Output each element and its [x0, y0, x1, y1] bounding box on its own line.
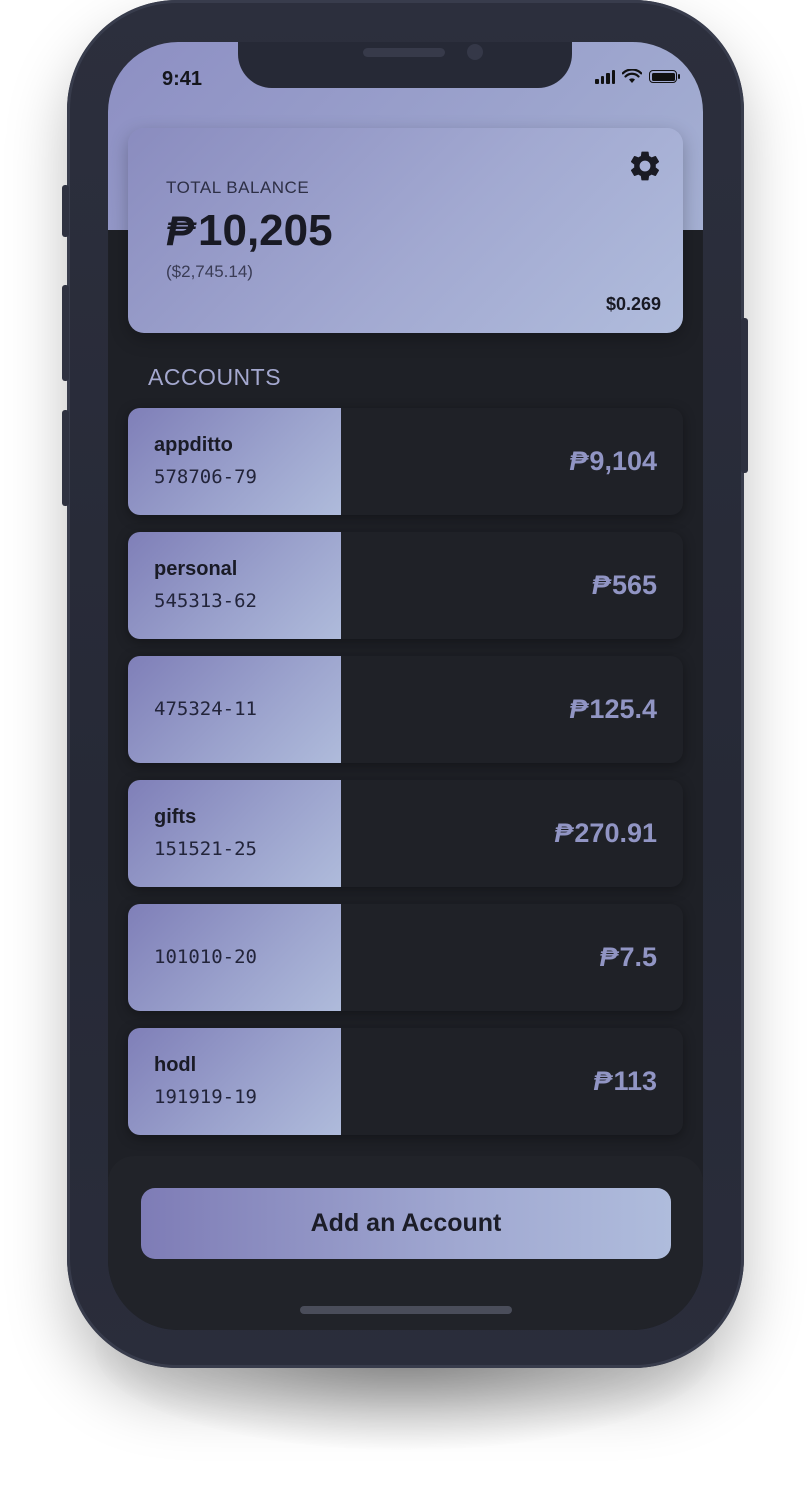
home-indicator[interactable]	[300, 1306, 512, 1314]
account-name: personal	[154, 558, 238, 580]
add-account-button[interactable]: Add an Account	[141, 1188, 671, 1259]
battery-icon	[649, 70, 680, 83]
account-card-475324-11[interactable]: 475324-11 ₱ 125.4	[128, 656, 683, 763]
balance-card: TOTAL BALANCE ₱ 10,205 ($2,745.14) $0.26…	[128, 128, 683, 333]
account-balance-value: 270.91	[574, 818, 657, 848]
account-card-gifts[interactable]: gifts 151521-25 ₱ 270.91	[128, 780, 683, 887]
accounts-list: appditto 578706-79 ₱ 9,104 personal 5453…	[128, 408, 683, 1152]
account-id: 151521-25	[154, 838, 257, 860]
currency-symbol: ₱	[569, 446, 588, 476]
account-balance: ₱ 7.5	[599, 942, 657, 973]
accounts-section-title: ACCOUNTS	[148, 364, 282, 390]
account-badge: hodl 191919-19	[128, 1028, 341, 1135]
status-icons	[595, 69, 680, 84]
volume-up-button	[62, 285, 69, 381]
account-balance-value: 125.4	[589, 694, 657, 724]
account-balance: ₱ 565	[592, 570, 657, 601]
account-balance-value: 7.5	[619, 942, 657, 972]
wifi-icon	[622, 69, 642, 83]
account-balance-value: 9,104	[589, 446, 657, 476]
notch	[238, 42, 572, 88]
speaker-grille	[363, 48, 445, 57]
app-screen: 9:41 TOTAL BALANCE ₱ 10,205 ($2,745.14) …	[108, 42, 703, 1330]
account-name: appditto	[154, 434, 233, 456]
power-button	[741, 318, 748, 473]
account-badge: gifts 151521-25	[128, 780, 341, 887]
mute-switch	[62, 185, 69, 237]
account-badge: appditto 578706-79	[128, 408, 341, 515]
currency-symbol: ₱	[554, 818, 573, 848]
account-id: 545313-62	[154, 590, 257, 612]
signal-icon	[595, 69, 615, 84]
account-id: 101010-20	[154, 946, 257, 968]
currency-symbol: ₱	[599, 942, 618, 972]
account-balance: ₱ 125.4	[569, 694, 657, 725]
account-card-personal[interactable]: personal 545313-62 ₱ 565	[128, 532, 683, 639]
account-card-hodl[interactable]: hodl 191919-19 ₱ 113	[128, 1028, 683, 1135]
balance-value: 10,205	[198, 206, 333, 255]
currency-symbol: ₱	[166, 207, 195, 254]
total-balance-label: TOTAL BALANCE	[166, 178, 310, 197]
balance-usd-value: ($2,745.14)	[166, 262, 253, 281]
account-id: 191919-19	[154, 1086, 257, 1108]
currency-symbol: ₱	[593, 1066, 612, 1096]
account-balance: ₱ 9,104	[569, 446, 657, 477]
account-id: 475324-11	[154, 698, 257, 720]
account-balance-value: 565	[611, 570, 657, 600]
total-balance-amount: ₱ 10,205	[166, 206, 333, 256]
account-balance: ₱ 113	[593, 1066, 657, 1097]
account-balance-value: 113	[613, 1066, 657, 1096]
currency-symbol: ₱	[569, 694, 588, 724]
account-card-appditto[interactable]: appditto 578706-79 ₱ 9,104	[128, 408, 683, 515]
front-camera	[467, 44, 483, 60]
account-balance: ₱ 270.91	[554, 818, 657, 849]
account-badge: 101010-20	[128, 904, 341, 1011]
account-id: 578706-79	[154, 466, 257, 488]
currency-symbol: ₱	[591, 570, 610, 600]
account-card-101010-20[interactable]: 101010-20 ₱ 7.5	[128, 904, 683, 1011]
status-time: 9:41	[162, 68, 203, 90]
volume-down-button	[62, 410, 69, 506]
account-name: hodl	[154, 1054, 197, 1076]
account-badge: 475324-11	[128, 656, 341, 763]
gear-icon[interactable]	[627, 148, 663, 184]
account-badge: personal 545313-62	[128, 532, 341, 639]
account-name: gifts	[154, 806, 197, 828]
token-price: $0.269	[605, 294, 661, 314]
